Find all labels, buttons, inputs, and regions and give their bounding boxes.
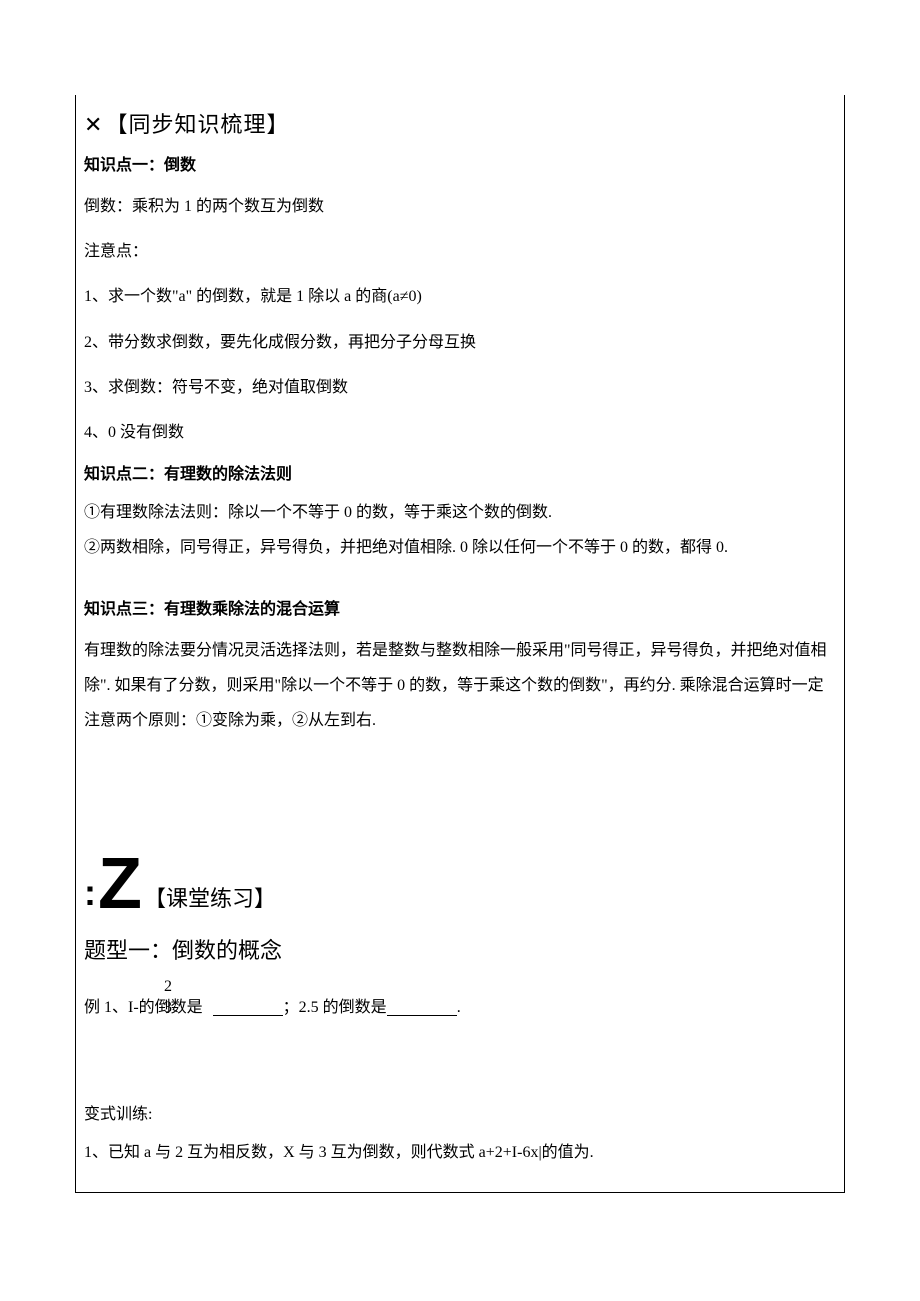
ex1-prefix: 例 1、I-的倒数是 <box>84 997 203 1019</box>
kp1-heading: 知识点一：倒数 <box>84 151 836 175</box>
fraction-2-3: 2 3 <box>164 977 172 1019</box>
blank-1 <box>213 1000 283 1016</box>
document-page: ✕【同步知识梳理】 知识点一：倒数 倒数：乘积为 1 的两个数互为倒数 注意点：… <box>0 0 920 1253</box>
blank-2 <box>387 1000 457 1016</box>
section-title-knowledge: ✕【同步知识梳理】 <box>84 107 836 139</box>
content-inner: ✕【同步知识梳理】 知识点一：倒数 倒数：乘积为 1 的两个数互为倒数 注意点：… <box>76 95 844 1192</box>
spacer <box>84 567 836 585</box>
z-letter-icon: Z <box>98 852 140 917</box>
ex1-mid: ；2.5 的倒数是 <box>283 997 387 1019</box>
x-mark-icon: ✕ <box>84 112 103 137</box>
practice-label: 【课堂练习】 <box>144 881 276 913</box>
example1-row: 2 3 例 1、I-的倒数是 ；2.5 的倒数是 . <box>84 983 836 1019</box>
content-frame: ✕【同步知识梳理】 知识点一：倒数 倒数：乘积为 1 的两个数互为倒数 注意点：… <box>75 95 845 1193</box>
kp1-p3: 3、求倒数：符号不变，绝对值取倒数 <box>84 370 836 405</box>
kp2-heading: 知识点二：有理数的除法法则 <box>84 460 836 484</box>
kp1-p4: 4、0 没有倒数 <box>84 415 836 450</box>
practice-title: :Z 【课堂练习】 <box>84 852 836 917</box>
kp2-p2: ②两数相除，同号得正，异号得负，并把绝对值相除. 0 除以任何一个不等于 0 的… <box>84 533 836 563</box>
kp2-p1: ①有理数除法法则：除以一个不等于 0 的数，等于乘这个数的倒数. <box>84 498 836 528</box>
variant-p1: 1、已知 a 与 2 互为相反数，X 与 3 互为倒数，则代数式 a+2+I-6… <box>84 1138 836 1168</box>
kp3-heading: 知识点三：有理数乘除法的混合运算 <box>84 595 836 619</box>
topic1-title: 题型一：倒数的概念 <box>84 933 836 965</box>
kp1-def: 倒数：乘积为 1 的两个数互为倒数 <box>84 189 836 224</box>
spacer <box>84 1050 836 1090</box>
variant-heading: 变式训练: <box>84 1100 836 1124</box>
kp1-note-label: 注意点： <box>84 234 836 269</box>
section-title-text: 【同步知识梳理】 <box>105 112 289 137</box>
kp1-p2: 2、带分数求倒数，要先化成假分数，再把分子分母互换 <box>84 325 836 360</box>
kp1-p1: 1、求一个数"a" 的倒数，就是 1 除以 a 的商(a≠0) <box>84 279 836 314</box>
frac-den: 3 <box>164 998 172 1019</box>
colon-icon: : <box>84 875 96 911</box>
spacer-large <box>84 742 836 852</box>
frac-num: 2 <box>164 977 172 998</box>
kp3-p1: 有理数的除法要分情况灵活选择法则，若是整数与整数相除一般采用"同号得正，异号得负… <box>84 633 836 739</box>
ex1-end: . <box>457 997 461 1019</box>
